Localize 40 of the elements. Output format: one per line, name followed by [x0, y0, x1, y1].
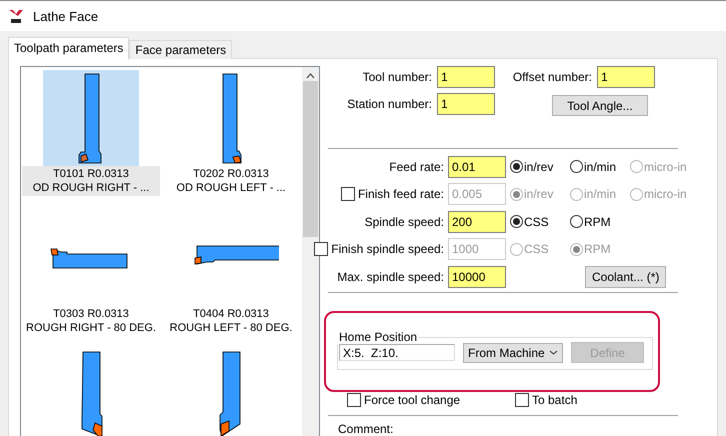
- field-label: Tool number:: [362, 70, 432, 84]
- field-label: Feed rate:: [389, 160, 444, 174]
- field-label: Finish spindle speed:: [331, 242, 444, 256]
- checkbox[interactable]: [347, 393, 361, 408]
- field-label: Max. spindle speed:: [337, 270, 444, 284]
- tool-label[interactable]: T0404 R0.0313 ROUGH LEFT - 80 DEG.: [162, 306, 300, 336]
- coolant-button[interactable]: Coolant... (*): [585, 266, 666, 288]
- window-title: Lathe Face: [33, 8, 98, 24]
- radio-option[interactable]: RPM: [570, 214, 630, 229]
- field-label: Spindle speed:: [364, 214, 444, 229]
- value-field[interactable]: 0.01: [448, 156, 506, 178]
- tool-label[interactable]: T0202 R0.0313 OD ROUGH LEFT - ...: [162, 166, 300, 196]
- tool-number-field[interactable]: 1: [437, 66, 495, 88]
- field-label: Station number:: [346, 97, 432, 111]
- radio-option[interactable]: in/min: [570, 160, 630, 174]
- station-number-field[interactable]: 1: [437, 93, 495, 115]
- checkbox-label: Force tool change: [364, 393, 460, 408]
- radio-option[interactable]: in/rev: [510, 160, 570, 174]
- field-label: Offset number:: [512, 70, 592, 84]
- scroll-up-icon[interactable]: [306, 73, 315, 79]
- caret-icon: [549, 350, 558, 356]
- tab[interactable]: Face parameters: [129, 40, 232, 59]
- tab[interactable]: Toolpath parameters: [8, 37, 130, 59]
- field-label: Finish feed rate:: [358, 187, 444, 202]
- checkbox-label: To batch: [532, 393, 578, 408]
- scrollbar[interactable]: [302, 67, 319, 436]
- source-dropdown[interactable]: From Machine: [463, 342, 563, 363]
- comment-label: Comment:: [338, 422, 394, 436]
- tool-label[interactable]: T0101 R0.0313 OD ROUGH RIGHT - ...: [22, 166, 160, 196]
- tool-image[interactable]: [43, 70, 139, 166]
- offset-number-field[interactable]: 1: [597, 66, 655, 88]
- tool-label[interactable]: T0303 R0.0313 ROUGH RIGHT - 80 DEG.: [22, 306, 160, 336]
- radio-option[interactable]: CSS: [510, 214, 570, 229]
- value-field[interactable]: 10000: [448, 266, 506, 288]
- group-title: Home Position: [338, 330, 418, 344]
- tool-angle-button[interactable]: Tool Angle...: [552, 95, 648, 116]
- home-position-field[interactable]: X:5. Z:10.: [339, 344, 455, 362]
- app-logo-icon: [8, 8, 25, 24]
- checkbox[interactable]: [515, 393, 529, 408]
- value-field[interactable]: 200: [448, 210, 506, 233]
